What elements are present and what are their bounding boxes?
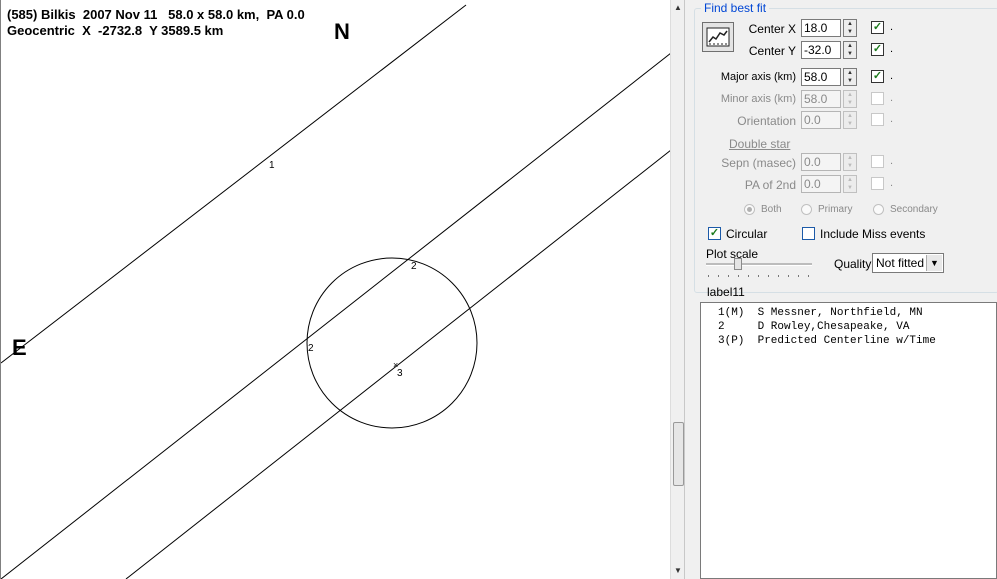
center-x-label: Center X bbox=[748, 22, 796, 36]
centerline-marker: × bbox=[393, 360, 398, 370]
pa-2nd-label: PA of 2nd bbox=[744, 178, 796, 192]
radio-primary-label: Primary bbox=[818, 204, 853, 215]
radio-secondary-label: Secondary bbox=[890, 204, 938, 215]
major-axis-label: Major axis (km) bbox=[720, 71, 796, 83]
plot-scale-track[interactable] bbox=[706, 263, 812, 266]
orientation-field[interactable]: 0.0 bbox=[801, 111, 841, 129]
quality-dropdown[interactable]: Not fitted ▼ bbox=[872, 253, 944, 273]
circular-checkbox[interactable]: ✓ bbox=[708, 227, 721, 240]
chord-label: 1 bbox=[269, 160, 275, 171]
dot: . bbox=[890, 43, 894, 55]
radio-secondary[interactable] bbox=[873, 204, 884, 215]
major-axis-spinner[interactable]: ▲ ▼ bbox=[843, 68, 857, 86]
plot-header-line1: (585) Bilkis 2007 Nov 11 58.0 x 58.0 km,… bbox=[7, 7, 305, 22]
list-item[interactable]: 3(P) Predicted Centerline w/Time bbox=[718, 335, 936, 347]
splitter[interactable] bbox=[684, 0, 693, 579]
center-y-spinner[interactable]: ▲ ▼ bbox=[843, 41, 857, 59]
scroll-thumb[interactable] bbox=[673, 422, 684, 486]
center-x-field[interactable]: 18.0 bbox=[801, 19, 841, 37]
include-miss-label: Include Miss events bbox=[820, 227, 926, 241]
circular-label: Circular bbox=[726, 227, 768, 241]
plot-scale-slider-thumb[interactable] bbox=[734, 258, 742, 270]
minor-axis-spinner[interactable]: ▲ ▼ bbox=[843, 90, 857, 108]
dot: . bbox=[890, 70, 894, 82]
chevron-down-icon[interactable]: ▼ bbox=[926, 255, 942, 271]
dot: . bbox=[890, 155, 894, 167]
plot-scale-label: Plot scale bbox=[706, 247, 759, 261]
chord-line-2 bbox=[1, 52, 671, 579]
include-miss-checkbox[interactable] bbox=[802, 227, 815, 240]
sepn-label: Sepn (masec) bbox=[721, 156, 796, 170]
dot: . bbox=[890, 92, 894, 104]
center-y-label: Center Y bbox=[748, 44, 796, 58]
dot: . bbox=[890, 21, 894, 33]
fit-button[interactable] bbox=[702, 22, 734, 52]
asteroid-outline bbox=[306, 257, 478, 429]
orientation-spinner[interactable]: ▲ ▼ bbox=[843, 111, 857, 129]
list-item[interactable]: 2 D Rowley,Chesapeake, VA bbox=[718, 321, 909, 333]
north-label: N bbox=[334, 19, 350, 44]
minor-axis-label: Minor axis (km) bbox=[720, 93, 796, 105]
quality-label: Quality bbox=[834, 257, 872, 271]
orientation-label: Orientation bbox=[737, 114, 796, 128]
major-axis-fixed-checkbox[interactable]: ✓ bbox=[871, 70, 884, 83]
sepn-spinner[interactable]: ▲ ▼ bbox=[843, 153, 857, 171]
pa-2nd-fixed-checkbox[interactable] bbox=[871, 177, 884, 190]
occultation-plot[interactable]: 1 2 2 3 × (585) Bilkis 2007 Nov 11 58.0 … bbox=[0, 0, 671, 579]
observer-list[interactable]: 1(M) S Messner, Northfield, MN 2 D Rowle… bbox=[700, 302, 997, 579]
list-label: label11 bbox=[707, 285, 745, 299]
chord-line-1 bbox=[1, 4, 467, 364]
quality-value: Not fitted bbox=[876, 256, 925, 270]
center-y-fixed-checkbox[interactable]: ✓ bbox=[871, 43, 884, 56]
east-label: E bbox=[12, 335, 27, 360]
scroll-up-icon[interactable]: ▲ bbox=[672, 2, 684, 14]
sepn-field[interactable]: 0.0 bbox=[801, 153, 841, 171]
pa-2nd-spinner[interactable]: ▲ ▼ bbox=[843, 175, 857, 193]
plot-scrollbar[interactable]: ▲ ▼ bbox=[670, 0, 685, 579]
double-star-label: Double star bbox=[729, 137, 791, 151]
dot: . bbox=[890, 113, 894, 125]
center-y-field[interactable]: -32.0 bbox=[801, 41, 841, 59]
center-x-fixed-checkbox[interactable]: ✓ bbox=[871, 21, 884, 34]
sepn-fixed-checkbox[interactable] bbox=[871, 155, 884, 168]
plot-canvas: 1 2 2 3 × bbox=[1, 4, 671, 579]
dot: . bbox=[890, 177, 894, 189]
chord-label: 2 bbox=[308, 343, 314, 354]
pa-2nd-field[interactable]: 0.0 bbox=[801, 175, 841, 193]
list-item[interactable]: 1(M) S Messner, Northfield, MN bbox=[718, 307, 923, 319]
minor-axis-fixed-checkbox[interactable] bbox=[871, 92, 884, 105]
plot-header-line2: Geocentric X -2732.8 Y 3589.5 km bbox=[7, 23, 224, 38]
minor-axis-field[interactable]: 58.0 bbox=[801, 90, 841, 108]
radio-primary[interactable] bbox=[801, 204, 812, 215]
scroll-down-icon[interactable]: ▼ bbox=[672, 565, 684, 577]
chart-fit-icon bbox=[706, 27, 730, 47]
group-title: Find best fit bbox=[701, 1, 770, 15]
radio-both-label: Both bbox=[761, 204, 782, 215]
radio-both[interactable] bbox=[744, 204, 755, 215]
orientation-fixed-checkbox[interactable] bbox=[871, 113, 884, 126]
chord-label: 2 bbox=[411, 261, 417, 272]
chord-line-3 bbox=[125, 149, 671, 579]
center-x-spinner[interactable]: ▲ ▼ bbox=[843, 19, 857, 37]
major-axis-field[interactable]: 58.0 bbox=[801, 68, 841, 86]
